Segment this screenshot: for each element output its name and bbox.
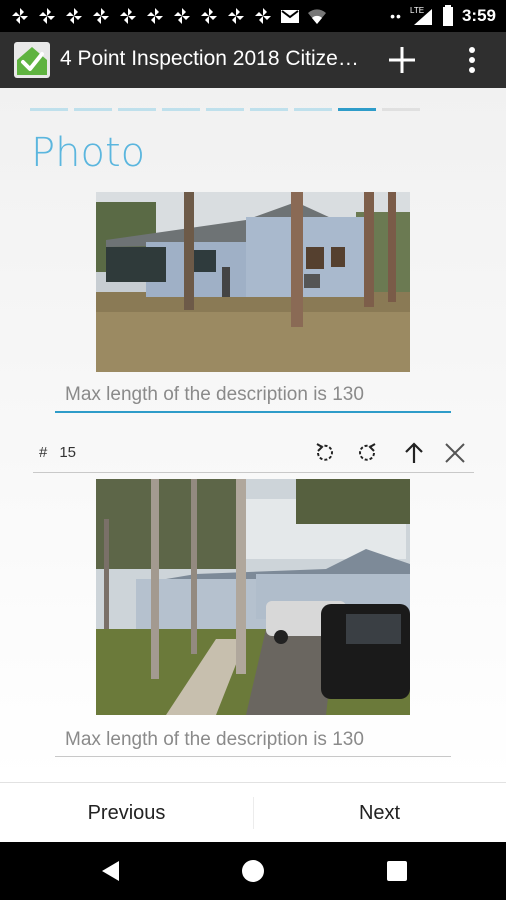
checkmark-house-logo[interactable] <box>14 42 50 78</box>
pinwheel-icon <box>120 8 136 24</box>
app-bar: 4 Point Inspection 2018 Citizens <box>0 32 506 88</box>
notification-icons <box>10 6 327 26</box>
progress-step <box>162 108 200 111</box>
photo-description-input[interactable] <box>55 723 451 757</box>
wizard-progress <box>30 108 420 111</box>
more-notifications-icon: •• <box>390 8 402 24</box>
status-bar: •• LTE 3:59 <box>0 0 506 32</box>
house-side-photo[interactable] <box>96 192 410 372</box>
progress-step <box>74 108 112 111</box>
pinwheel-icon <box>201 8 217 24</box>
progress-step <box>206 108 244 111</box>
photo-description-input[interactable] <box>55 379 451 413</box>
clock: 3:59 <box>461 6 496 25</box>
home-icon[interactable] <box>241 859 265 883</box>
photo-step-content: Photo Max length of the description is 1… <box>0 88 506 782</box>
app-title: 4 Point Inspection 2018 Citizens <box>60 47 360 70</box>
wizard-navigation: Previous Next <box>0 782 506 843</box>
progress-step <box>382 108 420 111</box>
rotate-left-icon[interactable] <box>311 439 339 467</box>
pinwheel-icon <box>174 8 190 24</box>
system-navigation-bar <box>0 842 506 900</box>
plus-icon[interactable] <box>386 44 418 76</box>
close-icon[interactable] <box>441 439 469 467</box>
previous-button[interactable]: Previous <box>0 783 253 843</box>
svg-text:LTE: LTE <box>410 6 424 15</box>
pinwheel-icon <box>255 8 271 24</box>
pinwheel-icon <box>66 8 82 24</box>
next-button[interactable]: Next <box>253 783 506 843</box>
wifi-icon <box>308 9 326 24</box>
recents-icon[interactable] <box>385 859 409 883</box>
pinwheel-icon <box>147 8 163 24</box>
progress-step <box>118 108 156 111</box>
progress-step-current <box>338 108 376 111</box>
page-title: Photo <box>31 130 146 176</box>
rotate-right-icon[interactable] <box>353 439 381 467</box>
progress-step <box>30 108 68 111</box>
gmail-icon <box>281 10 299 23</box>
progress-step <box>250 108 288 111</box>
photo-number: #15 <box>39 444 77 461</box>
pinwheel-icon <box>12 8 28 24</box>
house-front-driveway-photo[interactable] <box>96 479 410 715</box>
photo-item-toolbar: #15 <box>33 434 474 473</box>
progress-step <box>294 108 332 111</box>
pinwheel-icon <box>39 8 55 24</box>
status-right: •• LTE 3:59 <box>390 4 496 28</box>
battery-icon <box>442 5 453 26</box>
pinwheel-icon <box>93 8 109 24</box>
back-icon[interactable] <box>99 859 123 883</box>
cell-signal-icon: LTE <box>410 6 432 25</box>
pinwheel-icon <box>228 8 244 24</box>
more-vert-icon[interactable] <box>462 44 482 76</box>
move-up-icon[interactable] <box>400 439 428 467</box>
